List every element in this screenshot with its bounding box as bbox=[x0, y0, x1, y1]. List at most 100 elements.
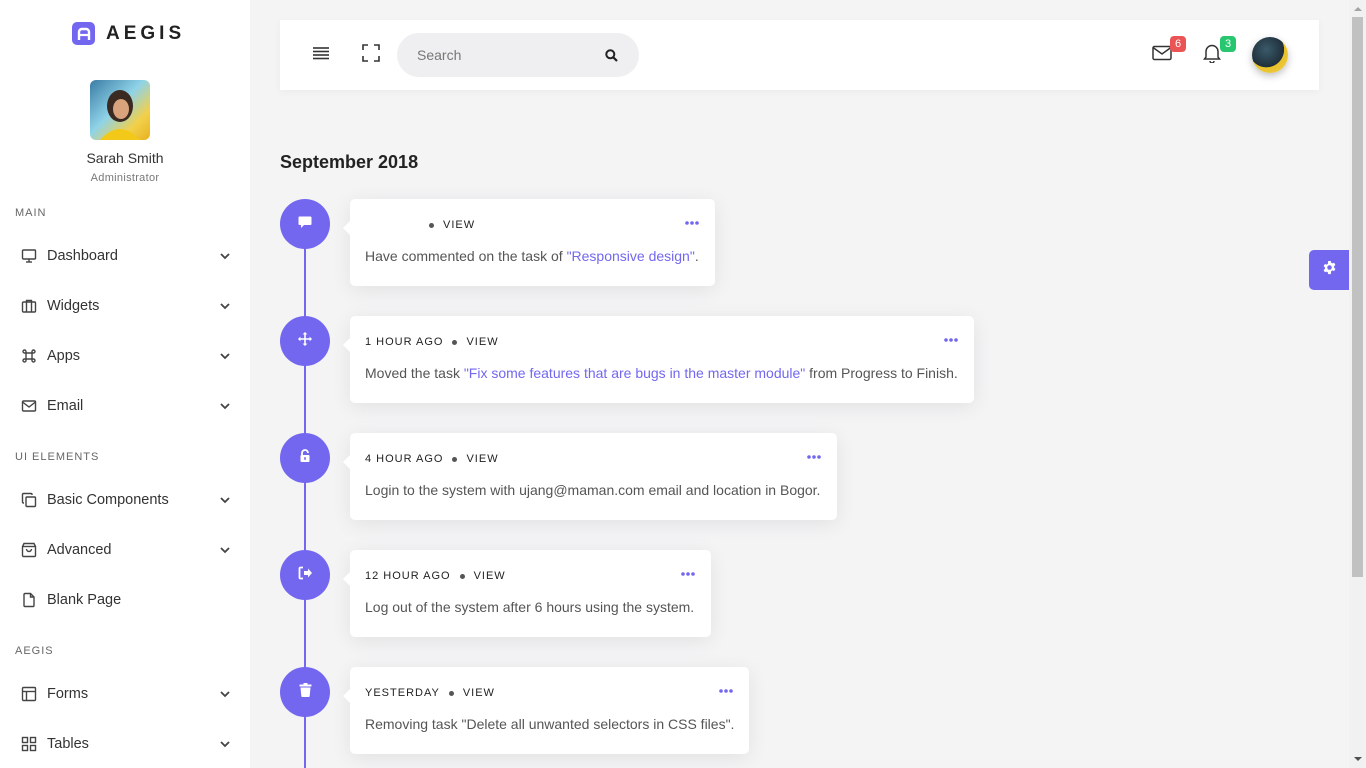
more-horizontal-icon[interactable] bbox=[943, 334, 959, 346]
chevron-down-icon bbox=[218, 737, 232, 751]
timeline-meta: VIEW bbox=[420, 219, 475, 231]
sidebar-item-email[interactable]: Email bbox=[0, 386, 250, 426]
chevron-down-icon bbox=[218, 349, 232, 363]
chevron-down-icon bbox=[218, 493, 232, 507]
sidebar-item-label: Advanced bbox=[47, 542, 112, 558]
search-input[interactable] bbox=[417, 47, 603, 63]
timeline-text-part: Removing task "Delete all unwanted selec… bbox=[365, 716, 735, 732]
sidebar-item-label: Tables bbox=[47, 736, 89, 752]
timeline-text: Moved the task "Fix some features that a… bbox=[365, 365, 958, 381]
timeline-task-link[interactable]: "Responsive design" bbox=[567, 248, 695, 264]
top-bar: 6 3 bbox=[280, 20, 1319, 90]
chevron-down-icon bbox=[218, 249, 232, 263]
timeline-card: 12 HOUR AGO VIEW Log out of the system a… bbox=[343, 550, 711, 637]
more-horizontal-icon[interactable] bbox=[718, 685, 734, 697]
timeline-card: YESTERDAY VIEW Removing task "Delete all… bbox=[343, 667, 749, 754]
timeline-view-link[interactable]: VIEW bbox=[443, 219, 475, 231]
sidebar-item-apps[interactable]: Apps bbox=[0, 336, 250, 376]
notifications-button[interactable]: 3 bbox=[1200, 36, 1236, 67]
timeline-text: Have commented on the task of "Responsiv… bbox=[365, 248, 699, 264]
sidebar-item-label: Forms bbox=[47, 686, 89, 702]
shopping-bag-icon bbox=[20, 542, 37, 559]
sidebar-item-forms[interactable]: Forms bbox=[0, 674, 250, 714]
timeline-card: 4 HOUR AGO VIEW Login to the system with… bbox=[343, 433, 837, 520]
more-horizontal-icon[interactable] bbox=[806, 451, 822, 463]
fullscreen-button[interactable] bbox=[359, 43, 383, 67]
scroll-up-arrow-icon[interactable] bbox=[1349, 0, 1366, 17]
timeline-view-link[interactable]: VIEW bbox=[466, 336, 498, 348]
meta-separator bbox=[429, 222, 434, 228]
search-icon[interactable] bbox=[603, 47, 619, 63]
meta-separator bbox=[452, 456, 458, 462]
timeline-time: 4 HOUR AGO bbox=[365, 453, 444, 465]
timeline-card: VIEW Have commented on the task of "Resp… bbox=[343, 199, 715, 286]
unlock-icon bbox=[298, 448, 312, 468]
timeline-text: Log out of the system after 6 hours usin… bbox=[365, 599, 694, 615]
copy-icon bbox=[20, 492, 37, 509]
timeline-text: Login to the system with ujang@maman.com… bbox=[365, 482, 820, 498]
brand-logo-icon bbox=[72, 22, 95, 45]
brand[interactable]: AEGIS bbox=[72, 22, 185, 45]
section-label-aegis: AEGIS bbox=[15, 645, 54, 657]
section-label-main: MAIN bbox=[15, 207, 47, 219]
mail-button[interactable]: 6 bbox=[1150, 36, 1186, 67]
sign-out-icon bbox=[298, 566, 313, 585]
chevron-down-icon bbox=[218, 399, 232, 413]
timeline-text-part: Moved the task bbox=[365, 365, 464, 381]
timeline-text: Removing task "Delete all unwanted selec… bbox=[365, 716, 734, 732]
gear-icon bbox=[1322, 260, 1337, 280]
monitor-icon bbox=[20, 248, 37, 265]
chevron-down-icon bbox=[218, 543, 232, 557]
layout-icon bbox=[20, 686, 37, 703]
command-icon bbox=[20, 348, 37, 365]
more-horizontal-icon[interactable] bbox=[680, 568, 696, 580]
profile-avatar[interactable] bbox=[90, 80, 150, 140]
envelope-icon bbox=[1152, 45, 1172, 66]
timeline-task-link[interactable]: "Fix some features that are bugs in the … bbox=[464, 365, 805, 381]
sidebar: AEGIS Sarah Smith Administrator MAIN Das… bbox=[0, 0, 250, 768]
chevron-down-icon bbox=[218, 687, 232, 701]
meta-separator bbox=[452, 339, 458, 345]
profile-role: Administrator bbox=[90, 172, 160, 184]
section-label-ui-elements: UI ELEMENTS bbox=[15, 451, 100, 463]
briefcase-icon bbox=[20, 298, 37, 315]
search-box bbox=[397, 33, 639, 77]
scroll-down-arrow-icon[interactable] bbox=[1349, 751, 1366, 768]
chevron-down-icon bbox=[218, 299, 232, 313]
meta-separator bbox=[459, 573, 465, 579]
more-horizontal-icon[interactable] bbox=[684, 217, 700, 229]
sidebar-item-widgets[interactable]: Widgets bbox=[0, 286, 250, 326]
timeline-card: 1 HOUR AGO VIEW Moved the task "Fix some… bbox=[343, 316, 974, 403]
timeline-view-link[interactable]: VIEW bbox=[474, 570, 506, 582]
timeline-view-link[interactable]: VIEW bbox=[463, 687, 495, 699]
sidebar-item-label: Dashboard bbox=[47, 248, 118, 264]
timeline-meta: 4 HOUR AGO VIEW bbox=[365, 453, 499, 465]
timeline-meta: 1 HOUR AGO VIEW bbox=[365, 336, 499, 348]
timeline-time: 1 HOUR AGO bbox=[365, 336, 444, 348]
comment-icon bbox=[298, 215, 312, 234]
timeline-marker bbox=[280, 199, 330, 249]
timeline-marker bbox=[280, 316, 330, 366]
timeline-text-part: Have commented on the task of bbox=[365, 248, 567, 264]
timeline-meta: YESTERDAY VIEW bbox=[365, 687, 495, 699]
sidebar-item-label: Email bbox=[47, 398, 84, 414]
mail-icon bbox=[20, 398, 37, 415]
sidebar-item-blank-page[interactable]: Blank Page bbox=[0, 580, 250, 620]
settings-button[interactable] bbox=[1309, 250, 1349, 290]
sidebar-item-basic-components[interactable]: Basic Components bbox=[0, 480, 250, 520]
timeline-text-part: Log out of the system after 6 hours usin… bbox=[365, 599, 695, 615]
scrollbar-thumb[interactable] bbox=[1352, 17, 1363, 577]
sidebar-item-tables[interactable]: Tables bbox=[0, 724, 250, 764]
sidebar-item-dashboard[interactable]: Dashboard bbox=[0, 236, 250, 276]
timeline-marker bbox=[280, 550, 330, 600]
file-icon bbox=[20, 592, 37, 609]
menu-toggle-button[interactable] bbox=[309, 43, 333, 67]
timeline-view-link[interactable]: VIEW bbox=[466, 453, 498, 465]
fullscreen-icon bbox=[362, 43, 380, 67]
timeline-marker bbox=[280, 667, 330, 717]
sidebar-item-advanced[interactable]: Advanced bbox=[0, 530, 250, 570]
hamburger-icon bbox=[312, 46, 330, 65]
mail-count-badge: 6 bbox=[1170, 36, 1186, 52]
page-scrollbar[interactable] bbox=[1349, 0, 1366, 768]
user-avatar-button[interactable] bbox=[1252, 37, 1288, 73]
